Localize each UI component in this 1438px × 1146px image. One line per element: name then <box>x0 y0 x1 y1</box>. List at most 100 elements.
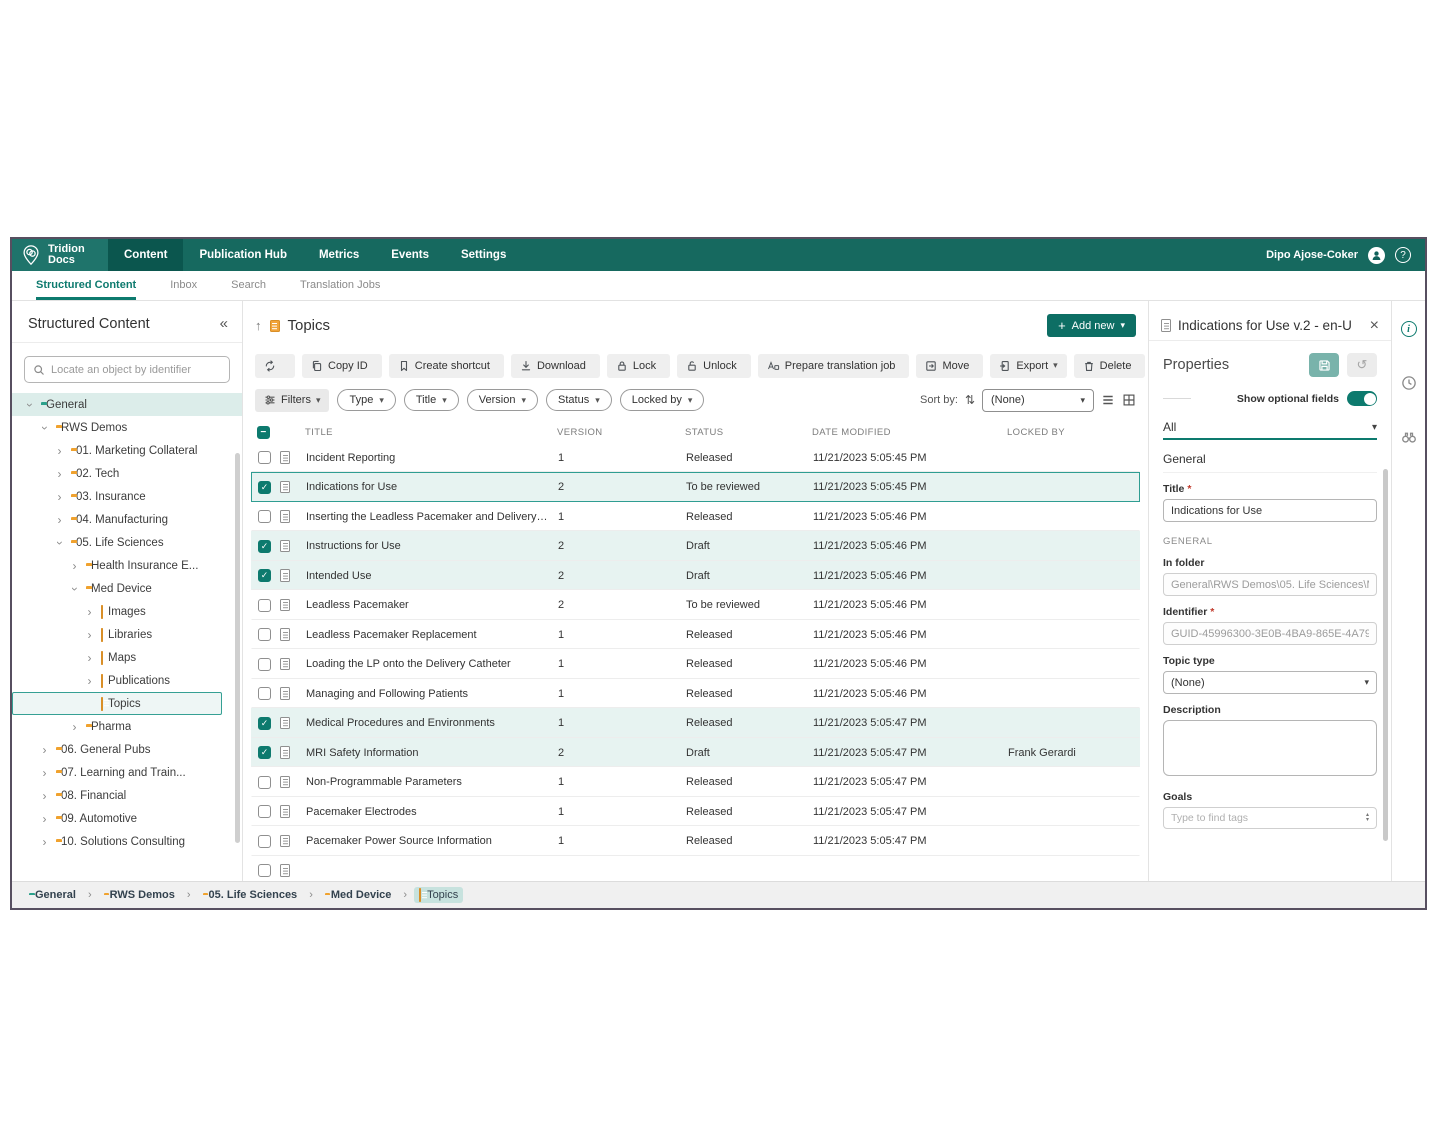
chevron-icon[interactable] <box>53 536 66 550</box>
row-checkbox[interactable] <box>258 540 271 553</box>
table-row[interactable] <box>251 856 1140 881</box>
info-tab-icon[interactable] <box>1399 319 1419 339</box>
tree-item[interactable]: 07. Learning and Train... <box>12 761 222 784</box>
row-checkbox[interactable] <box>258 510 271 523</box>
chevron-icon[interactable] <box>53 513 66 527</box>
breadcrumb-item[interactable]: Med Device <box>320 887 397 903</box>
top-nav-tab[interactable]: Content <box>108 239 183 271</box>
tree-item[interactable]: 08. Financial <box>12 784 222 807</box>
collapse-sidebar-icon[interactable] <box>220 315 228 332</box>
chevron-icon[interactable] <box>53 467 66 481</box>
row-checkbox[interactable] <box>258 569 271 582</box>
close-icon[interactable] <box>1370 317 1379 335</box>
toolbar-button[interactable]: Download <box>511 354 600 378</box>
goals-input[interactable] <box>1171 812 1366 824</box>
chevron-icon[interactable] <box>83 605 96 619</box>
table-row[interactable]: Inserting the Leadless Pacemaker and Del… <box>251 502 1140 532</box>
chevron-icon[interactable] <box>83 628 96 642</box>
row-checkbox[interactable] <box>258 658 271 671</box>
panel-scrollbar[interactable] <box>1383 469 1388 841</box>
tree-item[interactable]: Topics <box>12 692 222 715</box>
undo-button[interactable] <box>1347 353 1377 377</box>
tree-item[interactable]: 04. Manufacturing <box>12 508 222 531</box>
table-row[interactable]: Leadless Pacemaker Replacement 1 Release… <box>251 620 1140 650</box>
search-input[interactable] <box>51 364 221 376</box>
tree-item[interactable]: Pharma <box>12 715 222 738</box>
row-checkbox[interactable] <box>258 746 271 759</box>
top-nav-tab[interactable]: Settings <box>445 239 522 271</box>
fields-filter-select[interactable]: All <box>1163 416 1377 440</box>
toolbar-button[interactable] <box>255 354 295 378</box>
app-logo[interactable]: Tridion Docs <box>12 239 108 271</box>
top-nav-tab[interactable]: Metrics <box>303 239 375 271</box>
chevron-icon[interactable] <box>38 743 51 757</box>
row-checkbox[interactable] <box>258 717 271 730</box>
table-row[interactable]: Pacemaker Power Source Information 1 Rel… <box>251 826 1140 856</box>
chevron-icon[interactable] <box>83 674 96 688</box>
table-row[interactable]: Leadless Pacemaker 2 To be reviewed 11/2… <box>251 590 1140 620</box>
chevron-icon[interactable] <box>53 490 66 504</box>
chevron-icon[interactable] <box>38 421 51 435</box>
chevron-icon[interactable] <box>53 444 66 458</box>
top-nav-tab[interactable]: Publication Hub <box>183 239 303 271</box>
go-up-icon[interactable] <box>255 318 262 333</box>
chevron-icon[interactable] <box>38 766 51 780</box>
chevron-icon[interactable] <box>38 812 51 826</box>
table-row[interactable]: Instructions for Use 2 Draft 11/21/2023 … <box>251 531 1140 561</box>
row-checkbox[interactable] <box>258 805 271 818</box>
row-checkbox[interactable] <box>258 599 271 612</box>
list-view-icon[interactable] <box>1101 393 1115 407</box>
row-checkbox[interactable] <box>258 687 271 700</box>
subnav-tab[interactable]: Structured Content <box>36 271 136 300</box>
tree-item[interactable]: 03. Insurance <box>12 485 222 508</box>
title-field[interactable] <box>1163 499 1377 522</box>
user-avatar-icon[interactable] <box>1368 247 1385 264</box>
row-checkbox[interactable] <box>258 776 271 789</box>
row-checkbox[interactable] <box>258 835 271 848</box>
toolbar-button[interactable]: Unlock <box>677 354 751 378</box>
chevron-icon[interactable] <box>68 559 81 573</box>
breadcrumb-item[interactable]: General <box>24 887 81 903</box>
table-row[interactable]: MRI Safety Information 2 Draft 11/21/202… <box>251 738 1140 768</box>
row-checkbox[interactable] <box>258 481 271 494</box>
breadcrumb-item[interactable]: Topics <box>414 887 463 903</box>
breadcrumb-item[interactable]: 05. Life Sciences <box>198 887 303 903</box>
filter-pill[interactable]: Locked by <box>620 389 705 411</box>
toolbar-button[interactable]: Lock <box>607 354 670 378</box>
tree-item[interactable]: 09. Automotive <box>12 807 222 830</box>
tree-item[interactable]: 05. Life Sciences <box>12 531 222 554</box>
tree-item[interactable]: Libraries <box>12 623 222 646</box>
chevron-icon[interactable] <box>38 789 51 803</box>
table-row[interactable]: Pacemaker Electrodes 1 Released 11/21/20… <box>251 797 1140 827</box>
sort-select[interactable]: (None) <box>982 389 1094 412</box>
select-all-checkbox[interactable] <box>257 426 270 439</box>
history-clock-icon[interactable] <box>1399 373 1419 393</box>
tree-item[interactable]: Images <box>12 600 222 623</box>
row-checkbox[interactable] <box>258 864 271 877</box>
filter-pill[interactable]: Status <box>546 389 612 411</box>
tree-item[interactable]: Publications <box>12 669 222 692</box>
tree-item[interactable]: 01. Marketing Collateral <box>12 439 222 462</box>
table-row[interactable]: Non-Programmable Parameters 1 Released 1… <box>251 767 1140 797</box>
chevron-icon[interactable] <box>23 398 36 412</box>
grid-view-icon[interactable] <box>1122 393 1136 407</box>
chevron-icon[interactable] <box>38 835 51 849</box>
tree-item[interactable]: RWS Demos <box>12 416 222 439</box>
topic-type-select[interactable]: (None) <box>1163 671 1377 694</box>
table-row[interactable]: Medical Procedures and Environments 1 Re… <box>251 708 1140 738</box>
toolbar-button[interactable]: Move <box>916 354 983 378</box>
filter-pill[interactable]: Version <box>467 389 538 411</box>
table-row[interactable]: Incident Reporting 1 Released 11/21/2023… <box>251 443 1140 473</box>
top-nav-tab[interactable]: Events <box>375 239 445 271</box>
tree-item[interactable]: General <box>12 393 242 416</box>
filter-pill[interactable]: Title <box>404 389 459 411</box>
sort-direction-icon[interactable] <box>965 393 975 407</box>
tree-item[interactable]: 10. Solutions Consulting <box>12 830 222 853</box>
subnav-tab[interactable]: Search <box>231 271 266 300</box>
table-row[interactable]: Loading the LP onto the Delivery Cathete… <box>251 649 1140 679</box>
stepper-icon[interactable]: ▴▾ <box>1366 813 1369 823</box>
tree-item[interactable]: Maps <box>12 646 222 669</box>
tree-item[interactable]: Med Device <box>12 577 222 600</box>
save-button[interactable] <box>1309 353 1339 377</box>
tree-item[interactable]: 06. General Pubs <box>12 738 222 761</box>
